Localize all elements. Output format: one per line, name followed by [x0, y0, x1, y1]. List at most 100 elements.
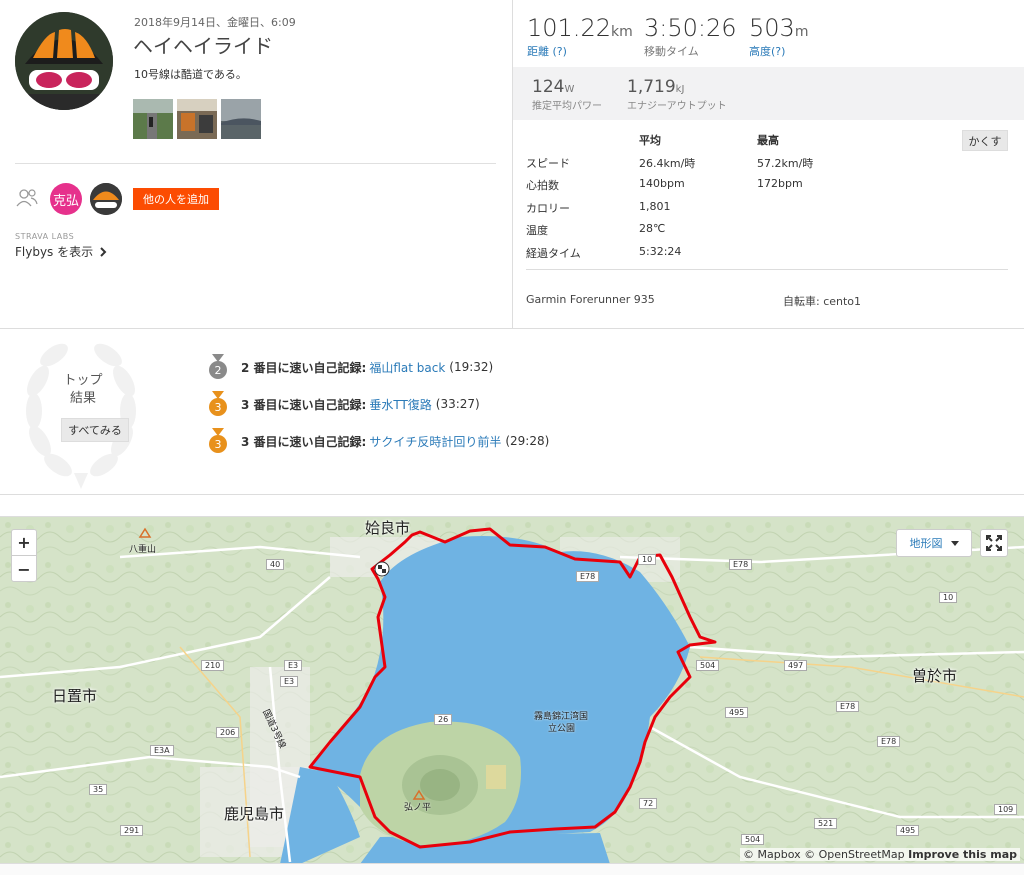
participant-avatar[interactable]: [90, 183, 122, 215]
stat-unit: m: [794, 24, 809, 40]
activity-header: 2018年9月14日、金曜日、6:09 ヘイヘイライド 10号線は酷道である。 …: [0, 0, 1024, 329]
map-type-label: 地形図: [909, 537, 943, 550]
segment-link[interactable]: 垂水TT復路: [369, 396, 431, 413]
medal-rank: 3: [215, 438, 222, 451]
achievement-text: 3 番目に速い自己記録:: [241, 434, 367, 449]
details-table: 平均 最高 スピード 26.4km/時 57.2km/時 心拍数 140bpm …: [526, 132, 1006, 267]
road-shield: 210: [201, 660, 225, 671]
stat-value: 101.22: [527, 14, 611, 42]
stat-elevation: 503m 高度(?): [749, 14, 808, 59]
stat-value: 3:50:26: [644, 14, 737, 42]
activity-stats-panel: 101.22km 距離 (?) 3:50:26 移動タイム 503m 高度(?)…: [513, 0, 1024, 328]
stat-label-link[interactable]: 距離 (?): [527, 43, 633, 59]
stat-label: エナジーアウトプット: [627, 101, 727, 112]
row-avg: 26.4km/時: [639, 156, 696, 170]
row-avg: 28℃: [639, 222, 666, 235]
road-shield: 40: [266, 559, 285, 570]
map-attribution: © Mapbox © OpenStreetMap Improve this ma…: [740, 848, 1020, 861]
route-map[interactable]: 姶良市 日置市 鹿児島市 曽於市 八重山 霧島錦江湾国 立公園 弘ノ平 国道3号…: [0, 516, 1024, 863]
photo-thumbnail[interactable]: [133, 99, 173, 139]
stat-label: 移動タイム: [644, 45, 699, 58]
road-shield: E3: [280, 676, 299, 687]
road-shield: 504: [696, 660, 720, 671]
strava-labs-label: STRAVA LABS: [15, 232, 75, 241]
stat-value: 1,719: [627, 77, 676, 97]
activity-title: ヘイヘイライド: [133, 34, 273, 58]
improve-map-link[interactable]: Improve this map: [908, 848, 1017, 861]
flybys-link[interactable]: Flybys を表示: [15, 243, 107, 260]
bronze-medal-icon: 3: [209, 391, 227, 416]
row-avg: 5:32:24: [639, 244, 682, 258]
achievement-item: 3 3 番目に速い自己記録: サクイチ反時計回り前半 (29:28): [208, 428, 549, 454]
achievement-text: 3 番目に速い自己記録:: [241, 397, 367, 412]
device-name: Garmin Forerunner 935: [526, 293, 655, 306]
primary-stats: 101.22km 距離 (?) 3:50:26 移動タイム 503m 高度(?): [513, 0, 1024, 67]
row-label: 温度: [526, 224, 548, 237]
achievement-item: 3 3 番目に速い自己記録: 垂水TT復路 (33:27): [208, 391, 480, 417]
map-type-dropdown[interactable]: 地形図: [896, 529, 972, 557]
expand-icon: [986, 535, 1002, 551]
chevron-right-icon: [100, 246, 107, 257]
row-label: 心拍数: [526, 179, 559, 192]
medal-rank: 3: [215, 401, 222, 414]
stat-value: 503: [749, 14, 795, 42]
stat-unit: km: [610, 24, 633, 40]
see-all-button[interactable]: すべてみる: [61, 418, 129, 442]
table-row: 温度 28℃: [526, 222, 1006, 245]
add-others-button[interactable]: 他の人を追加: [133, 188, 219, 210]
segment-link[interactable]: サクイチ反時計回り前半: [369, 433, 501, 450]
zoom-control: + −: [11, 529, 37, 582]
map-canvas[interactable]: [0, 517, 1024, 863]
stat-unit: W: [564, 84, 575, 95]
flybys-label: Flybys を表示: [15, 245, 94, 259]
fullscreen-button[interactable]: [980, 529, 1008, 557]
top-results-line: トップ: [63, 373, 103, 388]
stat-value: 124: [532, 77, 565, 97]
stat-moving-time: 3:50:26 移動タイム: [644, 14, 737, 59]
page-footer-strip: [0, 863, 1024, 875]
segment-time: (19:32): [449, 360, 494, 374]
segment-link[interactable]: 福山flat back: [369, 359, 445, 376]
table-row: スピード 26.4km/時 57.2km/時: [526, 155, 1006, 178]
bike-name: 自転車: cento1: [783, 295, 862, 308]
stat-label-link[interactable]: 高度(?): [749, 43, 808, 59]
athlete-avatar[interactable]: [15, 12, 113, 110]
map-label-park: 立公園: [548, 724, 576, 734]
road-shield: E3: [284, 660, 303, 671]
secondary-stats: 124W 推定平均パワー 1,719kJ エナジーアウトプット: [513, 67, 1024, 120]
road-shield: E3A: [150, 745, 174, 756]
road-shield: 72: [639, 798, 658, 809]
photo-thumbnail[interactable]: [221, 99, 261, 139]
photo-thumbnail[interactable]: [177, 99, 217, 139]
road-shield: 10: [638, 554, 657, 565]
road-shield: 495: [725, 707, 749, 718]
table-row: 心拍数 140bpm 172bpm: [526, 177, 1006, 200]
activity-date: 2018年9月14日、金曜日、6:09: [134, 16, 296, 29]
attribution-text[interactable]: © Mapbox © OpenStreetMap: [743, 848, 905, 861]
map-label-mountain: 八重山: [129, 545, 157, 555]
people-icon: [16, 189, 38, 207]
road-shield: 109: [994, 804, 1018, 815]
road-shield: 521: [814, 818, 838, 829]
column-header-avg: 平均: [639, 134, 661, 147]
map-label-city: 鹿児島市: [224, 805, 285, 823]
stat-label: 推定平均パワー: [532, 101, 602, 112]
road-shield: 10: [939, 592, 958, 603]
row-label: スピード: [526, 156, 570, 170]
zoom-out-button[interactable]: −: [12, 556, 36, 582]
column-header-max: 最高: [757, 134, 779, 147]
road-shield: 26: [434, 714, 453, 725]
road-shield: 497: [784, 660, 808, 671]
zoom-in-button[interactable]: +: [12, 530, 36, 556]
row-avg: 140bpm: [639, 177, 685, 190]
divider: [526, 269, 1008, 270]
stat-unit: kJ: [675, 84, 685, 95]
segment-time: (29:28): [505, 434, 550, 448]
table-row: 経過タイム 5:32:24: [526, 245, 1006, 268]
caret-down-icon: [950, 540, 959, 546]
stat-power: 124W 推定平均パワー: [532, 77, 602, 112]
photo-thumbnails: [133, 99, 261, 139]
stat-energy: 1,719kJ エナジーアウトプット: [627, 77, 727, 112]
hide-details-button[interactable]: かくす: [962, 130, 1008, 151]
participant-avatar[interactable]: 克弘: [50, 183, 82, 215]
